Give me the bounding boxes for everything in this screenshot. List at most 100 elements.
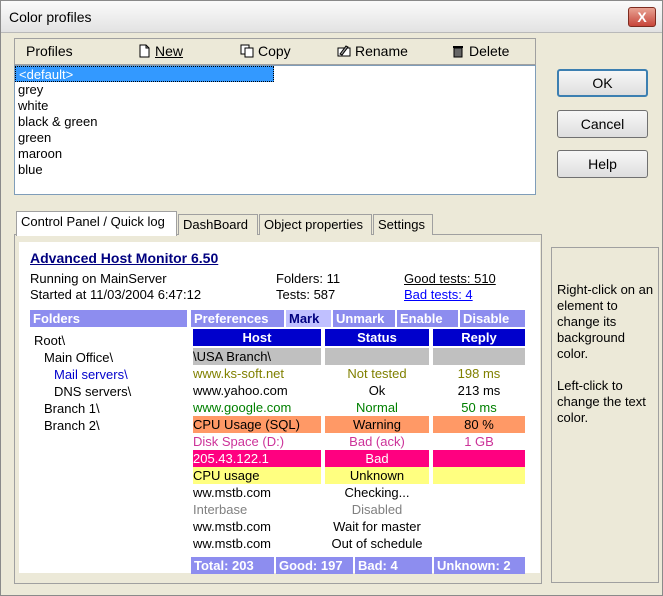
table-row[interactable]: ww.mstb.com Checking... (191, 484, 525, 501)
enable-action[interactable]: Enable (397, 310, 458, 327)
reply-cell[interactable]: 80 % (433, 416, 525, 433)
disable-action[interactable]: Disable (460, 310, 525, 327)
app-title[interactable]: Advanced Host Monitor 6.50 (30, 250, 218, 266)
started-at-text[interactable]: Started at 11/03/2004 6:47:12 (30, 287, 201, 302)
help-button[interactable]: Help (557, 150, 648, 178)
host-cell[interactable]: Interbase (193, 501, 321, 518)
status-column-header[interactable]: Status (325, 329, 429, 346)
table-row[interactable]: \USA Branch\ (191, 348, 525, 365)
profile-item[interactable]: maroon (15, 146, 535, 162)
reply-cell[interactable] (433, 484, 525, 501)
table-row[interactable]: www.ks-soft.net Not tested 198 ms (191, 365, 525, 382)
status-cell[interactable]: Out of schedule (325, 535, 429, 552)
host-cell[interactable]: Disk Space (D:) (193, 433, 321, 450)
status-cell[interactable]: Normal (325, 399, 429, 416)
good-tests-link[interactable]: Good tests: 510 (404, 271, 496, 286)
new-document-icon (139, 44, 150, 58)
table-row[interactable]: Interbase Disabled (191, 501, 525, 518)
unknown-count[interactable]: Unknown: 2 (434, 557, 525, 574)
profile-item[interactable]: green (15, 130, 535, 146)
bad-count[interactable]: Bad: 4 (355, 557, 432, 574)
reply-cell[interactable] (433, 535, 525, 552)
delete-profile-button[interactable]: Delete (451, 43, 509, 59)
table-row[interactable]: CPU usage Unknown (191, 467, 525, 484)
host-cell[interactable]: CPU usage (193, 467, 321, 484)
table-row[interactable]: Disk Space (D:) Bad (ack) 1 GB (191, 433, 525, 450)
host-cell[interactable]: ww.mstb.com (193, 518, 321, 535)
host-column-header[interactable]: Host (193, 329, 321, 346)
reply-cell[interactable]: 213 ms (433, 382, 525, 399)
reply-cell[interactable] (433, 501, 525, 518)
status-cell[interactable]: Ok (325, 382, 429, 399)
unmark-action[interactable]: Unmark (333, 310, 395, 327)
color-profiles-dialog: Color profiles X Profiles New Copy Renam… (0, 0, 663, 596)
profile-item[interactable]: white (15, 98, 535, 114)
rename-icon (337, 45, 351, 57)
rename-label: Rename (355, 43, 408, 59)
profile-item[interactable]: blue (15, 162, 535, 178)
reply-cell[interactable]: 198 ms (433, 365, 525, 382)
tree-item[interactable]: Branch 1\ (44, 400, 100, 417)
tab-dashboard[interactable]: DashBoard (178, 214, 258, 235)
reply-cell[interactable] (433, 518, 525, 535)
table-row[interactable]: www.google.com Normal 50 ms (191, 399, 525, 416)
bad-tests-link[interactable]: Bad tests: 4 (404, 287, 473, 302)
instructions-panel: Right-click on an element to change its … (551, 247, 659, 583)
tab-settings[interactable]: Settings (373, 214, 433, 235)
reply-cell[interactable]: 50 ms (433, 399, 525, 416)
tree-item[interactable]: Root\ (34, 332, 65, 349)
folders-count[interactable]: Folders: 11 (276, 271, 340, 286)
host-cell[interactable]: \USA Branch\ (193, 348, 321, 365)
host-cell[interactable]: www.yahoo.com (193, 382, 321, 399)
reply-cell[interactable] (433, 450, 525, 467)
tab-object-properties[interactable]: Object properties (259, 214, 372, 235)
status-cell[interactable]: Checking... (325, 484, 429, 501)
copy-profile-button[interactable]: Copy (240, 43, 291, 59)
tree-item[interactable]: Branch 2\ (44, 417, 100, 434)
ok-button[interactable]: OK (557, 69, 648, 97)
status-cell[interactable]: Disabled (325, 501, 429, 518)
folders-header[interactable]: Folders (30, 310, 187, 327)
table-row[interactable]: ww.mstb.com Out of schedule (191, 535, 525, 552)
host-cell[interactable]: www.ks-soft.net (193, 365, 321, 382)
profile-item[interactable]: grey (15, 82, 535, 98)
table-row[interactable]: 205.43.122.1 Bad (191, 450, 525, 467)
reply-cell[interactable] (433, 348, 525, 365)
close-button[interactable]: X (628, 7, 656, 27)
reply-cell[interactable]: 1 GB (433, 433, 525, 450)
preferences-action[interactable]: Preferences (191, 310, 284, 327)
host-cell[interactable]: ww.mstb.com (193, 484, 321, 501)
status-cell[interactable]: Not tested (325, 365, 429, 382)
profiles-list[interactable]: <default> grey white black & green green… (14, 65, 536, 195)
good-count[interactable]: Good: 197 (276, 557, 353, 574)
host-cell[interactable]: 205.43.122.1 (193, 450, 321, 467)
status-cell[interactable] (325, 348, 429, 365)
host-cell[interactable]: www.google.com (193, 399, 321, 416)
status-cell[interactable]: Bad (325, 450, 429, 467)
tree-item[interactable]: Main Office\ (44, 349, 113, 366)
host-cell[interactable]: ww.mstb.com (193, 535, 321, 552)
new-profile-button[interactable]: New (137, 43, 183, 59)
tree-item[interactable]: DNS servers\ (54, 383, 131, 400)
total-count[interactable]: Total: 203 (191, 557, 274, 574)
table-row[interactable]: ww.mstb.com Wait for master (191, 518, 525, 535)
running-on-text[interactable]: Running on MainServer (30, 271, 167, 286)
tab-control-panel[interactable]: Control Panel / Quick log (16, 211, 177, 236)
rename-profile-button[interactable]: Rename (337, 43, 408, 59)
tests-count[interactable]: Tests: 587 (276, 287, 335, 302)
status-cell[interactable]: Unknown (325, 467, 429, 484)
profile-item[interactable]: <default> (15, 66, 274, 82)
tree-item[interactable]: Mail servers\ (54, 366, 128, 383)
table-row[interactable]: www.yahoo.com Ok 213 ms (191, 382, 525, 399)
status-cell[interactable]: Wait for master (325, 518, 429, 535)
host-cell[interactable]: CPU Usage (SQL) (193, 416, 321, 433)
status-cell[interactable]: Warning (325, 416, 429, 433)
table-row[interactable]: CPU Usage (SQL) Warning 80 % (191, 416, 525, 433)
status-cell[interactable]: Bad (ack) (325, 433, 429, 450)
reply-column-header[interactable]: Reply (433, 329, 525, 346)
profile-item[interactable]: black & green (15, 114, 535, 130)
reply-cell[interactable] (433, 467, 525, 484)
mark-action[interactable]: Mark (286, 310, 331, 327)
cancel-button[interactable]: Cancel (557, 110, 648, 138)
preview-panel[interactable]: Advanced Host Monitor 6.50 Running on Ma… (19, 242, 540, 574)
